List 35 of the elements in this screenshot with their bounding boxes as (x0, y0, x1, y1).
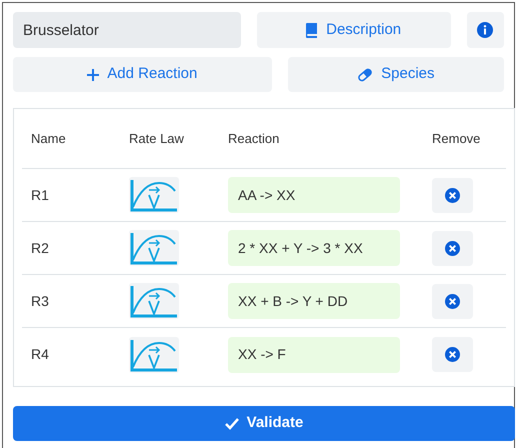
remove-button[interactable] (432, 284, 473, 318)
reaction-name: R4 (31, 345, 50, 364)
rate-law-icon (129, 336, 179, 372)
close-icon (445, 240, 460, 256)
column-header: Reaction (228, 130, 280, 148)
species-button[interactable]: Species (288, 57, 504, 92)
book-icon (306, 22, 318, 38)
reaction-field[interactable]: 2 * XX + Y -> 3 * XX (228, 230, 400, 266)
close-icon (445, 188, 460, 202)
column-header: Name (31, 130, 67, 148)
reaction-name: R2 (31, 238, 50, 258)
reaction-name: R3 (31, 292, 50, 310)
validate-button[interactable]: Validate (13, 406, 515, 441)
rate-law-icon (129, 230, 179, 266)
rate-law-icon (129, 283, 179, 319)
plus-icon (87, 68, 100, 80)
column-header: Rate Law (129, 130, 185, 148)
reaction-field[interactable]: XX -> F (228, 336, 400, 372)
remove-button[interactable] (432, 178, 473, 212)
close-icon (445, 294, 460, 308)
remove-button[interactable] (432, 337, 473, 372)
remove-button[interactable] (432, 230, 473, 266)
description-button[interactable]: Description (256, 12, 451, 48)
check-icon (224, 418, 239, 430)
column-header: Remove (432, 130, 482, 148)
add-reaction-button[interactable]: Add Reaction (13, 57, 272, 92)
capsule-icon (357, 66, 374, 82)
info-icon (477, 22, 494, 38)
model-name-field[interactable]: Brusselator (13, 12, 241, 48)
reaction-name: R1 (31, 186, 50, 204)
info-button[interactable] (466, 12, 504, 48)
reaction-field[interactable]: XX + B -> Y + DD (228, 283, 400, 319)
close-icon (445, 347, 460, 362)
reaction-field[interactable]: AA -> XX (228, 177, 400, 213)
rate-law-icon (129, 177, 179, 213)
